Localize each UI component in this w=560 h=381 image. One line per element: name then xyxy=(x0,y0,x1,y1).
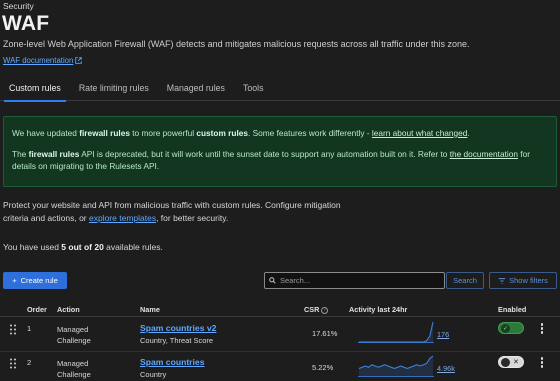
activity-sparkline xyxy=(358,355,434,377)
tab-bar: Custom rules Rate limiting rules Managed… xyxy=(0,75,560,102)
table-row: 1 Managed Challenge Spam countries v2 Cou… xyxy=(0,318,560,352)
rule-fields: Country xyxy=(140,370,167,379)
external-link-icon xyxy=(75,57,83,64)
filter-icon xyxy=(498,277,506,284)
rule-action: Managed Challenge xyxy=(57,359,91,379)
tab-rate-limiting-rules[interactable]: Rate limiting rules xyxy=(70,75,158,101)
column-enabled: Enabled xyxy=(498,305,527,314)
notice-paragraph-2: The firewall rules API is deprecated, bu… xyxy=(12,149,530,171)
sparkline-line xyxy=(359,321,434,343)
drag-handle-icon[interactable] xyxy=(9,324,17,335)
rule-order: 1 xyxy=(27,324,32,333)
rule-name-link[interactable]: Spam countries xyxy=(140,357,204,367)
column-activity: Activity last 24hr xyxy=(349,305,408,314)
rule-name-link[interactable]: Spam countries v2 xyxy=(140,323,216,333)
rule-order: 2 xyxy=(27,358,32,367)
activity-count-link[interactable]: 176 xyxy=(437,330,449,339)
rules-table-header: Order Action Name CSR i Activity last 24h… xyxy=(0,301,560,317)
more-options-icon[interactable] xyxy=(540,357,544,368)
search-icon xyxy=(269,277,276,284)
migration-notice: We have updated firewall rules to more p… xyxy=(3,116,557,187)
toggle-knob xyxy=(501,357,510,367)
rule-csr: 17.61% xyxy=(312,329,338,338)
drag-handle-icon[interactable] xyxy=(9,358,17,369)
toggle-knob: ✓ xyxy=(501,323,510,333)
rule-fields: Country, Threat Score xyxy=(140,336,214,345)
explore-templates-link[interactable]: explore templates xyxy=(89,213,156,223)
tab-tools[interactable]: Tools xyxy=(234,75,273,101)
page-description: Zone-level Web Application Firewall (WAF… xyxy=(3,39,470,49)
rule-action: Managed Challenge xyxy=(57,325,91,345)
search-input[interactable] xyxy=(280,276,440,285)
close-icon: ✕ xyxy=(513,359,519,366)
tab-custom-rules[interactable]: Custom rules xyxy=(0,75,70,102)
column-name: Name xyxy=(140,305,160,314)
rule-usage: You have used 5 out of 20 available rule… xyxy=(3,242,163,252)
show-filters-button[interactable]: Show filters xyxy=(489,272,557,289)
plus-icon: + xyxy=(12,276,17,285)
more-options-icon[interactable] xyxy=(540,323,544,334)
tab-managed-rules[interactable]: Managed rules xyxy=(158,75,234,101)
enabled-toggle[interactable]: ✕ xyxy=(498,356,524,368)
waf-documentation-label: WAF documentation xyxy=(3,56,74,65)
rule-csr: 5.22% xyxy=(312,363,334,372)
breadcrumb: Security xyxy=(3,1,34,11)
activity-count-link[interactable]: 4.96k xyxy=(437,364,455,373)
column-csr: CSR i xyxy=(304,305,329,314)
info-icon[interactable]: i xyxy=(321,306,329,314)
activity-sparkline xyxy=(358,321,434,343)
custom-rules-intro: Protect your website and API from malici… xyxy=(3,200,341,223)
column-action: Action xyxy=(57,305,80,314)
enabled-toggle[interactable]: ✓ xyxy=(498,322,524,334)
waf-documentation-link[interactable]: WAF documentation xyxy=(3,56,83,65)
learn-what-changed-link[interactable]: learn about what changed xyxy=(372,128,468,138)
search-box xyxy=(264,272,445,289)
column-order: Order xyxy=(27,305,47,314)
notice-paragraph-1: We have updated firewall rules to more p… xyxy=(12,128,470,138)
rule-usage-count: 5 out of 20 xyxy=(61,242,104,252)
search-button[interactable]: Search xyxy=(446,272,484,289)
documentation-link[interactable]: the documentation xyxy=(450,149,518,159)
table-row: 2 Managed Challenge Spam countries Countr… xyxy=(0,352,560,381)
page-title: WAF xyxy=(2,12,50,35)
create-rule-button[interactable]: + Create rule xyxy=(3,272,67,289)
sparkline-area xyxy=(359,322,433,343)
